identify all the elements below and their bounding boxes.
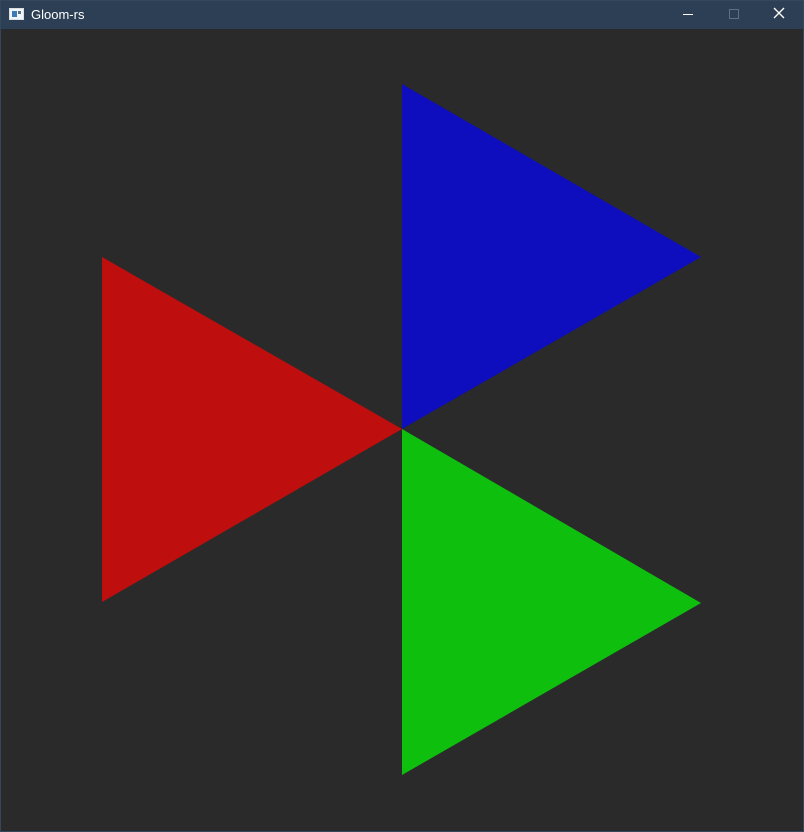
minimize-icon <box>683 14 693 15</box>
render-viewport[interactable] <box>2 29 802 830</box>
app-icon-pane <box>12 11 17 17</box>
maximize-icon <box>729 9 739 19</box>
title-bar[interactable]: Gloom-rs <box>1 1 803 29</box>
close-button[interactable] <box>757 1 803 29</box>
maximize-button[interactable] <box>711 1 757 29</box>
app-window-icon <box>9 8 24 20</box>
app-icon-mark <box>18 11 21 14</box>
window-title: Gloom-rs <box>31 7 85 22</box>
application-window: Gloom-rs <box>0 0 804 832</box>
close-icon <box>773 7 785 19</box>
triangle-scene <box>2 29 802 830</box>
minimize-button[interactable] <box>665 1 711 29</box>
